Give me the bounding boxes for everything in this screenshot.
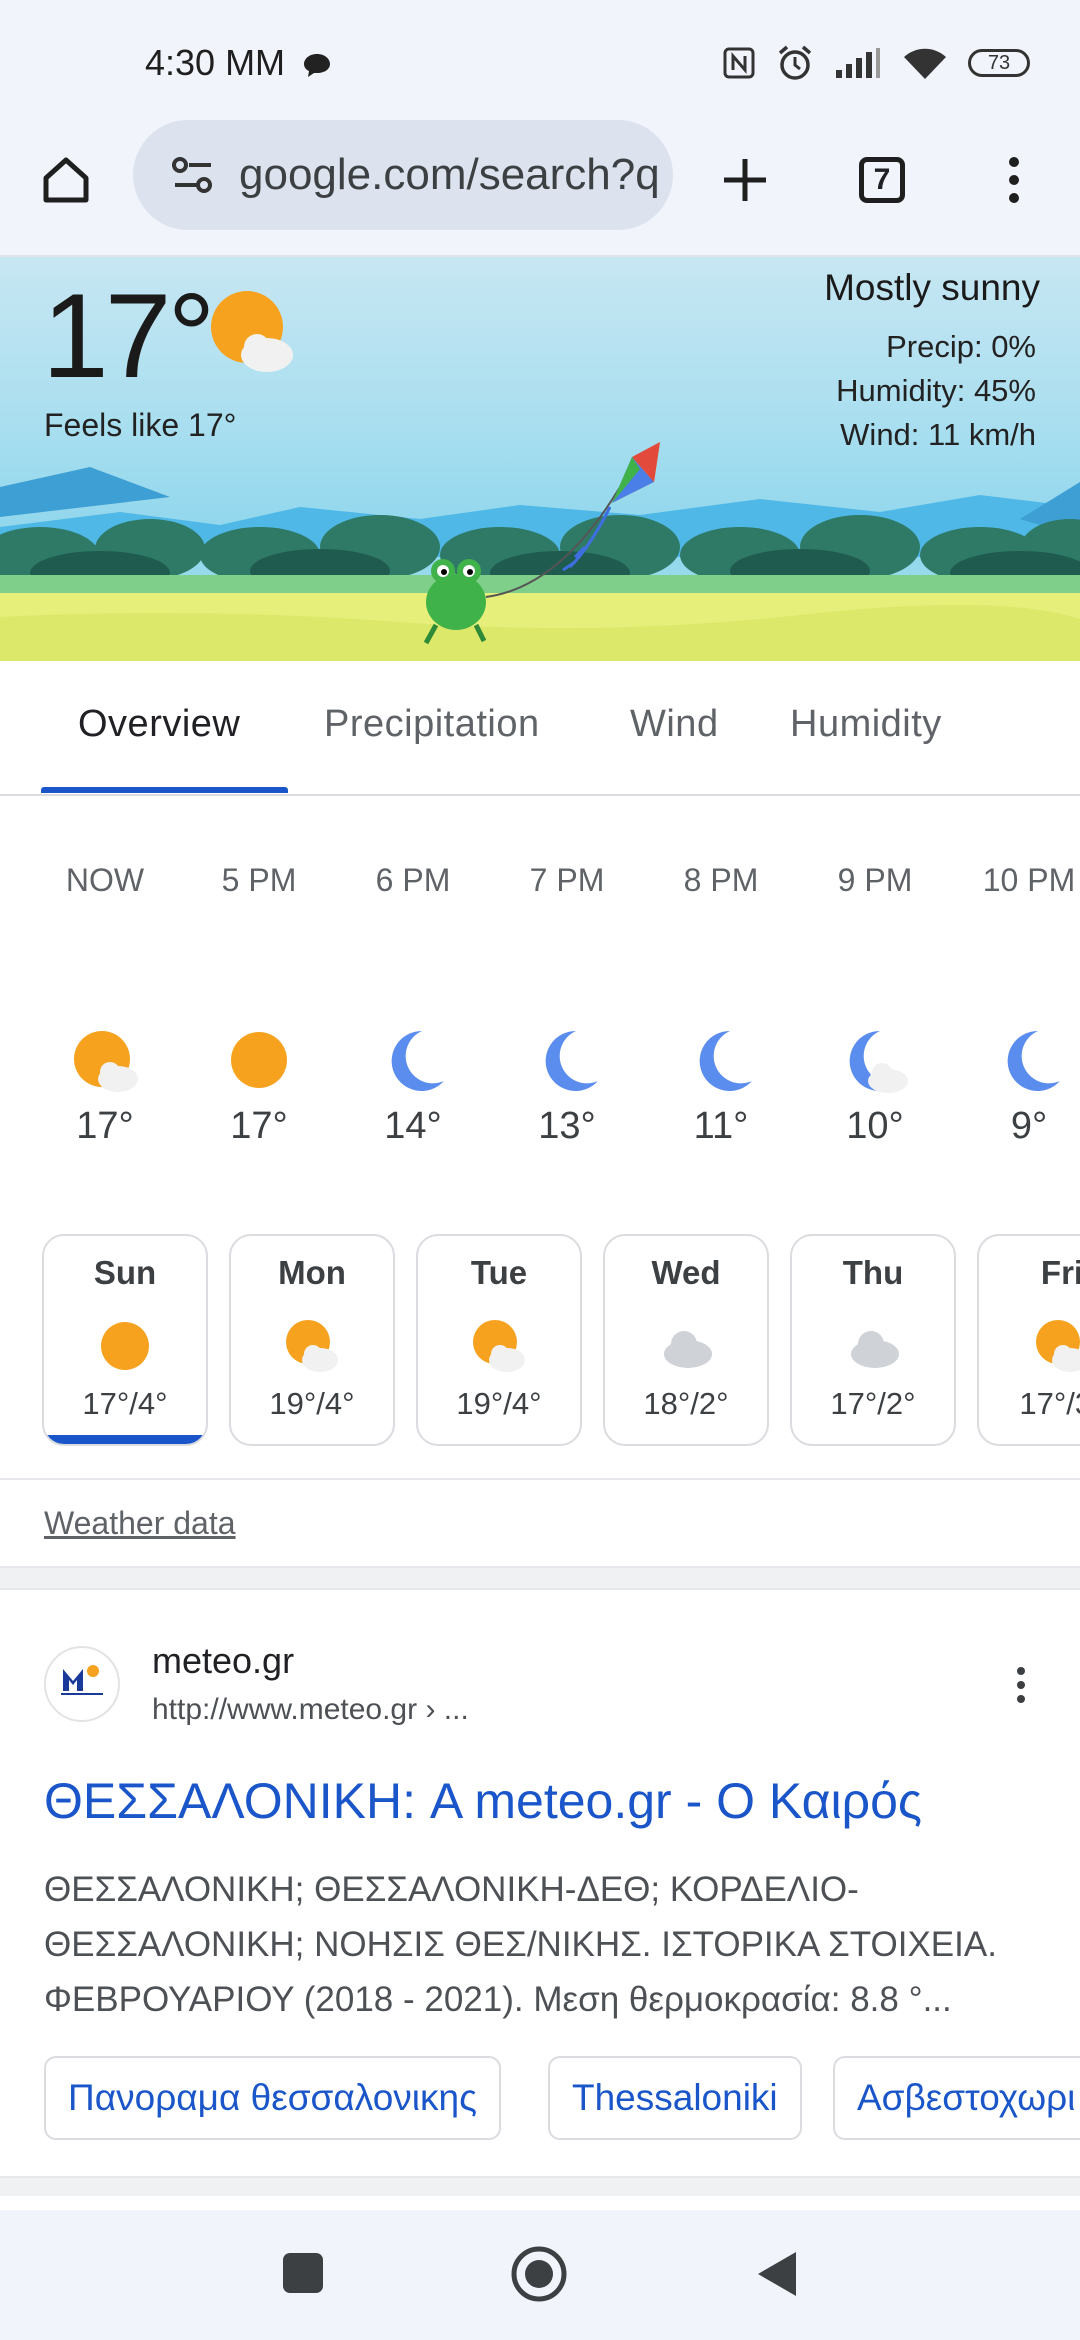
status-time: 4:30 MM bbox=[145, 42, 286, 83]
hour-label: 10 PM bbox=[982, 862, 1076, 898]
home-button[interactable] bbox=[36, 150, 96, 210]
battery-icon: 73 bbox=[968, 49, 1030, 77]
sun-cloud-icon bbox=[286, 1320, 338, 1372]
day-temperatures: 19°/4° bbox=[269, 1386, 355, 1421]
new-tab-button[interactable] bbox=[715, 150, 775, 210]
day-name: Wed bbox=[651, 1254, 721, 1291]
hour-label: 6 PM bbox=[375, 862, 451, 898]
day-temperatures: 17°/3° bbox=[1019, 1386, 1080, 1421]
hour-temperature: 14° bbox=[384, 1105, 442, 1147]
more-vert-icon bbox=[1009, 157, 1019, 203]
moon-icon bbox=[699, 1030, 752, 1091]
kite-illustration bbox=[612, 442, 660, 503]
day-temperatures: 19°/4° bbox=[456, 1386, 542, 1421]
humidity-value: Humidity: 45% bbox=[836, 373, 1036, 408]
weather-tabs: Overview Precipitation Wind Humidity bbox=[0, 661, 1080, 796]
chat-bubble-icon bbox=[304, 54, 330, 77]
result-snippet: ΘΕΣΣΑΛΟΝΙΚΗ; ΘΕΣΣΑΛΟΝΙΚΗ-ΔΕΘ; ΚΟΡΔΕΛΙΟ-Θ… bbox=[44, 1870, 997, 2019]
wifi-icon bbox=[904, 48, 946, 79]
menu-button[interactable] bbox=[984, 150, 1044, 210]
hour-label: 9 PM bbox=[837, 862, 913, 898]
hour-temperature: 13° bbox=[538, 1105, 596, 1147]
cloud-icon bbox=[664, 1331, 712, 1368]
hour-temperature: 10° bbox=[846, 1105, 904, 1147]
day-card-thu[interactable]: Thu 17°/2° bbox=[790, 1234, 956, 1446]
hour-label: 5 PM bbox=[221, 862, 297, 898]
day-name: Sun bbox=[93, 1254, 157, 1291]
current-temperature: 17° bbox=[42, 269, 215, 403]
sun-cloud-icon bbox=[473, 1320, 525, 1372]
moon-cloud-icon bbox=[849, 1030, 908, 1093]
moon-icon bbox=[391, 1030, 444, 1091]
nfc-icon bbox=[723, 47, 755, 79]
hour-temperature: 9° bbox=[1010, 1105, 1048, 1147]
section-separator bbox=[0, 1566, 1080, 1590]
hour-temperature: 11° bbox=[693, 1105, 749, 1147]
meteo-logo-icon bbox=[61, 1665, 103, 1695]
result-site-name[interactable]: meteo.gr bbox=[152, 1640, 294, 1682]
day-name: Thu bbox=[842, 1254, 904, 1291]
sun-cloud-icon bbox=[1036, 1320, 1080, 1372]
home-nav-button[interactable] bbox=[508, 2243, 570, 2305]
status-bar: 4:30 MM 73 bbox=[0, 0, 1080, 120]
tab-overview[interactable]: Overview bbox=[78, 703, 240, 746]
day-name: Mon bbox=[278, 1254, 346, 1291]
divider bbox=[0, 1478, 1080, 1480]
hour-label: 7 PM bbox=[529, 862, 605, 898]
sun-cloud-icon bbox=[74, 1031, 138, 1092]
hour-label: NOW bbox=[65, 862, 145, 898]
more-vert-icon[interactable] bbox=[1006, 1665, 1036, 1705]
home-icon bbox=[43, 157, 89, 203]
tab-precipitation[interactable]: Precipitation bbox=[324, 703, 540, 746]
related-chip[interactable]: Πανοραμα θεσσαλονικης bbox=[44, 2056, 501, 2140]
hour-label: 8 PM bbox=[683, 862, 759, 898]
cloud-icon bbox=[851, 1331, 899, 1368]
day-card-mon[interactable]: Mon 19°/4° bbox=[229, 1234, 395, 1446]
day-name: Tue bbox=[470, 1254, 528, 1291]
result-title-link[interactable]: ΘΕΣΣΑΛΟΝΙΚΗ: A meteo.gr - Ο Καιρός bbox=[44, 1772, 922, 1830]
wind-value: Wind: 11 km/h bbox=[840, 417, 1036, 452]
moon-icon bbox=[545, 1030, 598, 1091]
sun-cloud-icon bbox=[211, 291, 293, 372]
hour-temperature: 17° bbox=[76, 1105, 134, 1147]
related-chip[interactable]: Thessaloniki bbox=[548, 2056, 802, 2140]
weather-hero: 17° Feels like 17° Mostly sunny Precip: … bbox=[0, 257, 1080, 661]
system-navigation-bar bbox=[0, 2210, 1080, 2340]
day-temperatures: 18°/2° bbox=[643, 1386, 729, 1421]
hour-temperature: 17° bbox=[230, 1105, 288, 1147]
selected-day-indicator bbox=[44, 1435, 206, 1444]
day-temperatures: 17°/2° bbox=[830, 1386, 916, 1421]
site-logo[interactable] bbox=[44, 1646, 120, 1722]
recents-button[interactable] bbox=[280, 2250, 326, 2296]
day-card-fri[interactable]: Fri 17°/3° bbox=[977, 1234, 1080, 1446]
related-chip[interactable]: Ασβεστοχωρι bbox=[833, 2056, 1080, 2140]
weather-data-link[interactable]: Weather data bbox=[44, 1505, 236, 1542]
day-name: Fri bbox=[1040, 1254, 1080, 1291]
precipitation-value: Precip: 0% bbox=[886, 329, 1036, 364]
day-card-wed[interactable]: Wed 18°/2° bbox=[603, 1234, 769, 1446]
sun-icon bbox=[101, 1322, 149, 1370]
tab-count: 7 bbox=[859, 157, 905, 203]
tab-switcher-button[interactable]: 7 bbox=[852, 150, 912, 210]
active-tab-indicator bbox=[41, 787, 288, 793]
alarm-icon bbox=[778, 45, 812, 80]
day-temperatures: 17°/4° bbox=[82, 1386, 168, 1421]
weather-condition: Mostly sunny bbox=[824, 267, 1040, 308]
plus-icon bbox=[724, 159, 766, 201]
feels-like: Feels like 17° bbox=[44, 407, 237, 443]
result-site-url[interactable]: http://www.meteo.gr › ... bbox=[152, 1693, 469, 1727]
day-card-tue[interactable]: Tue 19°/4° bbox=[416, 1234, 582, 1446]
moon-icon bbox=[1007, 1030, 1060, 1091]
back-button[interactable] bbox=[752, 2248, 802, 2300]
signal-icon bbox=[836, 48, 880, 78]
tab-humidity[interactable]: Humidity bbox=[790, 703, 942, 746]
tab-wind[interactable]: Wind bbox=[630, 703, 719, 746]
url-text: google.com/search?q bbox=[239, 150, 660, 199]
section-separator bbox=[0, 2176, 1080, 2196]
day-card-sun[interactable]: Sun 17°/4° bbox=[42, 1234, 208, 1446]
address-bar[interactable]: google.com/search?q bbox=[133, 120, 673, 230]
sun-icon bbox=[231, 1032, 287, 1088]
site-settings-icon bbox=[172, 157, 212, 193]
